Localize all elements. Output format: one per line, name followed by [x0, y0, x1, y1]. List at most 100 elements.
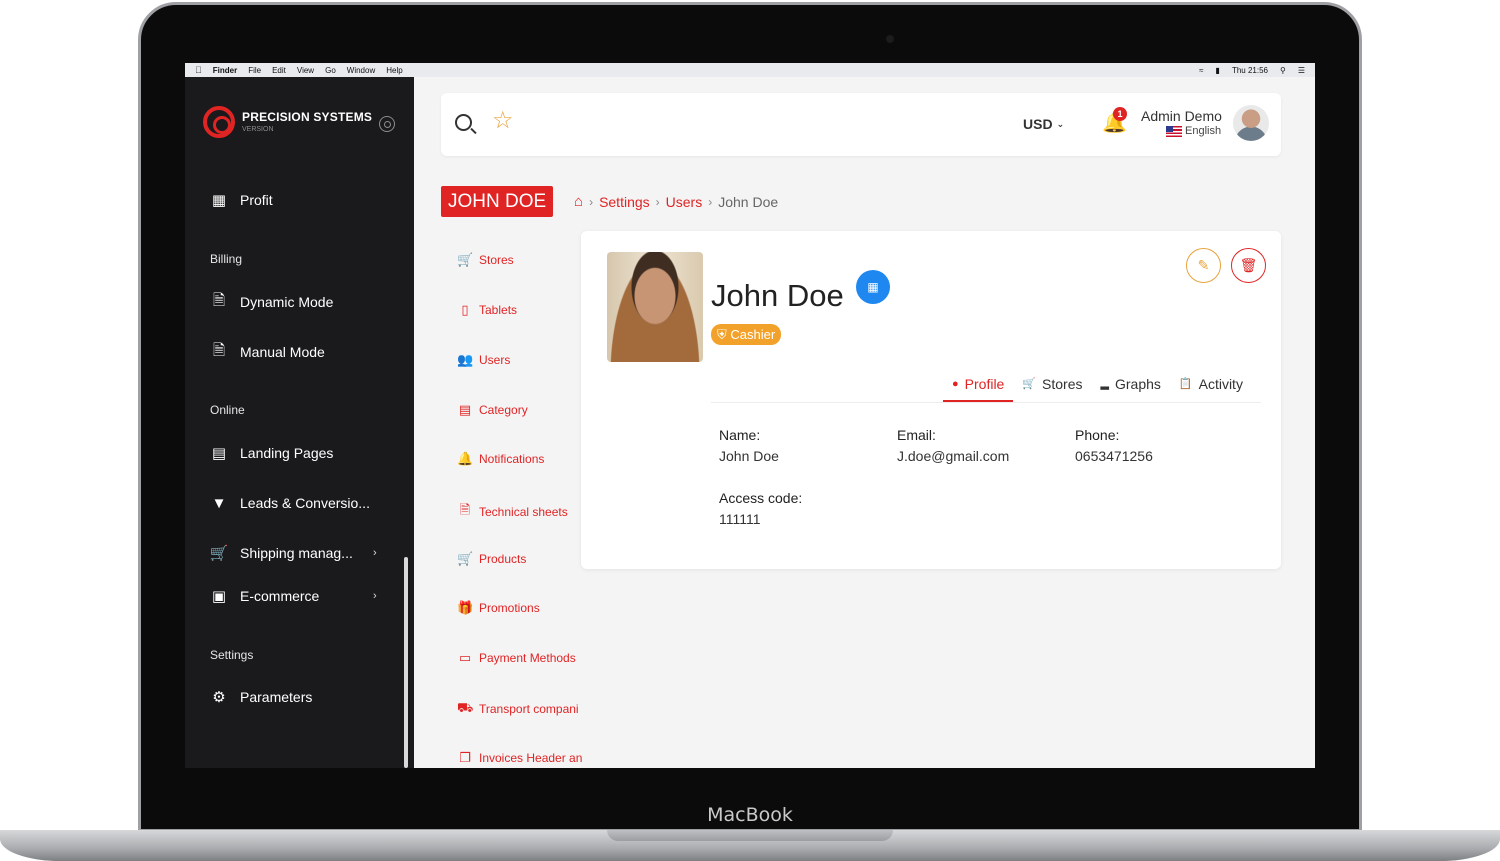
funnel-icon: ▼: [211, 494, 227, 512]
subnav-label: Payment Methods: [479, 651, 576, 665]
subnav-stores[interactable]: 🛒 Stores: [457, 252, 514, 268]
breadcrumb-settings[interactable]: Settings: [599, 194, 650, 210]
field-label: Access code:: [719, 490, 803, 506]
camera: [886, 35, 894, 43]
control-center-icon[interactable]: ☰: [1298, 66, 1305, 75]
sidebar-item-landing-pages[interactable]: ▤ Landing Pages: [209, 444, 334, 462]
breadcrumb-separator: ›: [708, 194, 713, 209]
field-value: John Doe: [719, 448, 779, 464]
user-avatar[interactable]: [1233, 105, 1269, 141]
tab-activity[interactable]: 📋 Activity: [1170, 366, 1252, 401]
tab-graphs[interactable]: ▂ Graphs: [1092, 366, 1170, 401]
card-icon: ▭: [458, 650, 472, 665]
subnav-label: Users: [479, 353, 511, 367]
subnav-label: Stores: [479, 253, 514, 267]
tab-label: Graphs: [1114, 375, 1161, 392]
subnav-label: Transport compani: [479, 702, 579, 716]
subnav-notifications[interactable]: 🔔 Notifications: [457, 451, 544, 467]
document-icon: 🗎: [212, 291, 226, 309]
field-phone: Phone: 0653471256: [1075, 425, 1153, 467]
brand[interactable]: PRECISION SYSTEMS VERSION: [203, 106, 372, 138]
tabs-divider: [711, 402, 1261, 403]
cart-icon: 🛒: [457, 252, 474, 267]
language-select[interactable]: English: [1166, 125, 1221, 137]
gears-icon: ⚙: [212, 689, 226, 706]
subnav-products[interactable]: 🛒 Products: [457, 551, 526, 567]
clipboard-icon: 📋: [1178, 378, 1193, 390]
sidebar-item-leads[interactable]: ▼ Leads & Conversio...: [209, 494, 370, 512]
bell-icon: 🔔: [457, 451, 474, 466]
wifi-icon[interactable]: ≈: [1199, 66, 1203, 75]
sidebar-item-shipping[interactable]: 🛒 Shipping manag... ›: [209, 544, 377, 562]
sidebar-item-label: E-commerce: [240, 588, 320, 604]
sidebar-item-label: Parameters: [240, 689, 313, 705]
subnav-payment-methods[interactable]: ▭ Payment Methods: [457, 650, 576, 666]
apple-icon[interactable]: : [195, 65, 202, 75]
spotlight-icon[interactable]: ⚲: [1280, 66, 1286, 75]
subnav-promotions[interactable]: 🎁 Promotions: [457, 600, 540, 616]
edit-button[interactable]: ✎: [1186, 248, 1221, 283]
sidebar-toggle-icon[interactable]: [379, 116, 395, 132]
sidebar-item-parameters[interactable]: ⚙ Parameters: [209, 688, 312, 706]
profile-tabs: ● Profile 🛒 Stores ▂ Graphs 📋 Activity: [943, 366, 1252, 402]
menu-go[interactable]: Go: [325, 66, 336, 75]
cart-icon: 🛒: [457, 551, 474, 566]
search-icon[interactable]: [455, 114, 472, 131]
sidebar-scrollbar[interactable]: [404, 557, 408, 768]
delete-button[interactable]: 🗑: [1231, 248, 1266, 283]
subnav-label: Category: [479, 403, 528, 417]
menu-finder[interactable]: Finder: [213, 66, 237, 75]
role-label: Cashier: [730, 327, 776, 342]
sidebar-item-label: Leads & Conversio...: [240, 495, 370, 511]
star-icon[interactable]: ☆: [492, 109, 514, 133]
menu-help[interactable]: Help: [386, 66, 402, 75]
us-flag-icon: [1166, 125, 1182, 137]
section-online: Online: [210, 403, 245, 417]
breadcrumb-users[interactable]: Users: [666, 194, 703, 210]
brand-logo-icon: [203, 106, 235, 138]
menu-window[interactable]: Window: [347, 66, 375, 75]
sidebar-item-profit[interactable]: ▦ Profit: [209, 191, 273, 209]
profile-photo: [607, 252, 703, 362]
shield-icon: ⛨: [717, 327, 727, 342]
user-name[interactable]: Admin Demo: [1141, 108, 1222, 124]
role-badge: ⛨ Cashier: [711, 324, 782, 345]
notification-count-badge: 1: [1113, 107, 1127, 121]
subnav-label: Notifications: [479, 452, 545, 466]
subnav-invoices[interactable]: ❐ Invoices Header an: [457, 750, 582, 766]
menu-view[interactable]: View: [297, 66, 314, 75]
currency-select[interactable]: USD ⌄: [1023, 116, 1064, 132]
subnav-tablets[interactable]: ▯ Tablets: [457, 302, 517, 318]
sidebar-item-dynamic-mode[interactable]: 🗎 Dynamic Mode: [209, 291, 333, 311]
field-email: Email: J.doe@gmail.com: [897, 425, 1009, 467]
field-name: Name: John Doe: [719, 425, 779, 467]
chevron-right-icon: ›: [373, 547, 377, 559]
sidebar-item-ecommerce[interactable]: ▣ E-commerce ›: [209, 587, 377, 605]
menu-edit[interactable]: Edit: [272, 66, 286, 75]
battery-icon[interactable]: ▮: [1216, 66, 1220, 75]
home-icon[interactable]: ⌂: [574, 193, 583, 210]
subnav-category[interactable]: ▤ Category: [457, 402, 528, 418]
sidebar-item-label: Landing Pages: [240, 445, 334, 461]
sidebar: PRECISION SYSTEMS VERSION ▦ Profit Billi…: [185, 77, 414, 768]
sidebar-item-label: Shipping manag...: [240, 545, 353, 561]
subnav-technical-sheets[interactable]: 🗎 Technical sheets: [457, 501, 568, 523]
qr-code-button[interactable]: ▦: [856, 270, 890, 304]
field-label: Name:: [719, 427, 761, 443]
gift-icon: 🎁: [457, 600, 474, 615]
trash-icon: 🗑: [1239, 257, 1258, 273]
tablet-icon: ▯: [461, 302, 469, 317]
field-label: Phone:: [1075, 427, 1120, 443]
store-icon: ▣: [211, 588, 227, 605]
tab-stores[interactable]: 🛒 Stores: [1013, 366, 1091, 401]
subnav-users[interactable]: 👥 Users: [457, 352, 510, 368]
chevron-down-icon: ⌄: [1056, 119, 1065, 129]
brand-version: VERSION: [242, 126, 274, 133]
profile-name: John Doe: [711, 278, 844, 313]
sidebar-item-manual-mode[interactable]: 🗎 Manual Mode: [209, 342, 325, 361]
menubar-clock[interactable]: Thu 21:56: [1232, 66, 1268, 75]
menu-file[interactable]: File: [248, 66, 261, 75]
tab-profile[interactable]: ● Profile: [943, 366, 1014, 402]
subnav-transport[interactable]: ⛟ Transport compani: [457, 700, 579, 718]
tab-label: Stores: [1042, 375, 1083, 392]
